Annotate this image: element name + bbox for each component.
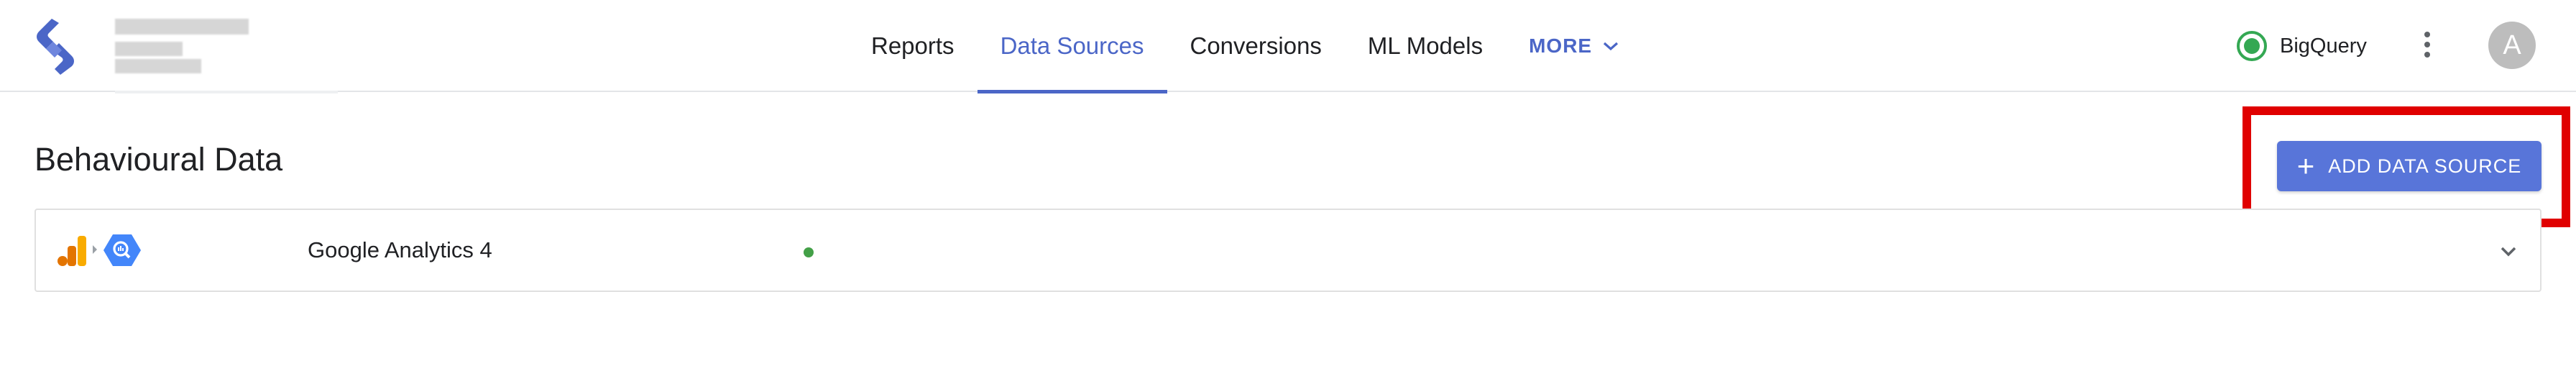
tab-ml-models[interactable]: ML Models <box>1345 0 1506 92</box>
data-source-name: Google Analytics 4 <box>308 237 492 262</box>
tab-data-sources[interactable]: Data Sources <box>977 0 1167 93</box>
main-tabs: Reports Data Sources Conversions ML Mode… <box>848 0 1642 93</box>
bigquery-icon <box>104 234 141 266</box>
data-source-list: Google Analytics 4 <box>34 209 2542 292</box>
chevron-down-icon[interactable] <box>2497 240 2520 263</box>
project-selector-underline <box>115 91 338 93</box>
lightning-logo-icon[interactable] <box>32 16 79 76</box>
chevron-right-icon <box>93 245 97 254</box>
plus-icon: + <box>2296 149 2316 183</box>
page-title: Behavioural Data <box>34 141 283 178</box>
chevron-down-icon <box>1604 42 1619 51</box>
status-dot-icon <box>804 247 814 257</box>
more-label: MORE <box>1529 35 1593 57</box>
more-vertical-icon[interactable] <box>2416 29 2438 63</box>
add-data-source-label: ADD DATA SOURCE <box>2328 155 2522 177</box>
top-navigation-bar: Reports Data Sources Conversions ML Mode… <box>0 0 2576 93</box>
tab-conversions[interactable]: Conversions <box>1167 0 1345 92</box>
project-name-redacted[interactable] <box>115 19 249 73</box>
google-analytics-icon <box>58 236 86 266</box>
data-sources-page: Reports Data Sources Conversions ML Mode… <box>0 0 2576 384</box>
avatar[interactable]: A <box>2488 22 2536 69</box>
more-menu-button[interactable]: MORE <box>1506 0 1642 92</box>
add-data-source-button[interactable]: + ADD DATA SOURCE <box>2277 141 2542 191</box>
data-source-row[interactable]: Google Analytics 4 <box>36 210 2540 291</box>
status-dot-icon <box>2237 31 2267 61</box>
warehouse-status[interactable]: BigQuery <box>2237 26 2367 66</box>
warehouse-label: BigQuery <box>2280 34 2367 58</box>
tab-reports[interactable]: Reports <box>848 0 978 92</box>
